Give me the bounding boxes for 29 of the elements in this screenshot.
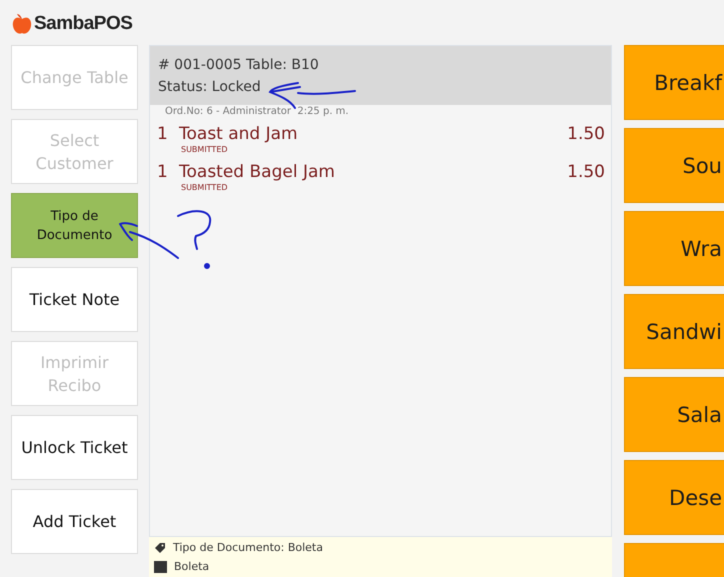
- category-button[interactable]: Dese: [624, 460, 724, 535]
- category-button[interactable]: Sala: [624, 377, 724, 452]
- order-price[interactable]: 1.50: [567, 161, 605, 183]
- ticket-title: # 001-0005 Table: B10: [158, 56, 319, 75]
- category-button[interactable]: Sou: [624, 128, 724, 203]
- action-button[interactable]: Add Ticket: [11, 489, 138, 554]
- tag-text: Tipo de Documento: Boleta: [173, 541, 323, 554]
- ticket-status: Status: Locked: [158, 78, 261, 97]
- tag-icon: [154, 542, 166, 554]
- category-button[interactable]: Wra: [624, 211, 724, 286]
- tag-text: Boleta: [174, 560, 210, 573]
- square-icon: [154, 560, 167, 572]
- order-quantity[interactable]: 1: [157, 161, 179, 183]
- order-quantity[interactable]: 1: [157, 123, 179, 145]
- category-button[interactable]: Breakf: [624, 45, 724, 120]
- order-name[interactable]: Toast and Jam: [179, 123, 298, 145]
- question-mark-drawing: [177, 210, 212, 269]
- order-info: Ord.No: 6 - Administrator 2:25 p. m.: [165, 106, 349, 117]
- apple-icon: [11, 12, 33, 34]
- order-state: SUBMITTED: [181, 183, 228, 193]
- app-logo-text: SambaPOS: [34, 12, 132, 34]
- category-button[interactable]: Sandwi: [624, 294, 724, 369]
- order-price[interactable]: 1.50: [567, 123, 605, 145]
- action-button[interactable]: Tipo de Documento: [11, 193, 138, 258]
- order-state: SUBMITTED: [181, 145, 228, 155]
- arrow-drawing: [119, 222, 179, 259]
- order-name[interactable]: Toasted Bagel Jam: [179, 161, 335, 183]
- action-button[interactable]: Unlock Ticket: [11, 415, 138, 480]
- action-button[interactable]: Ticket Note: [11, 267, 138, 332]
